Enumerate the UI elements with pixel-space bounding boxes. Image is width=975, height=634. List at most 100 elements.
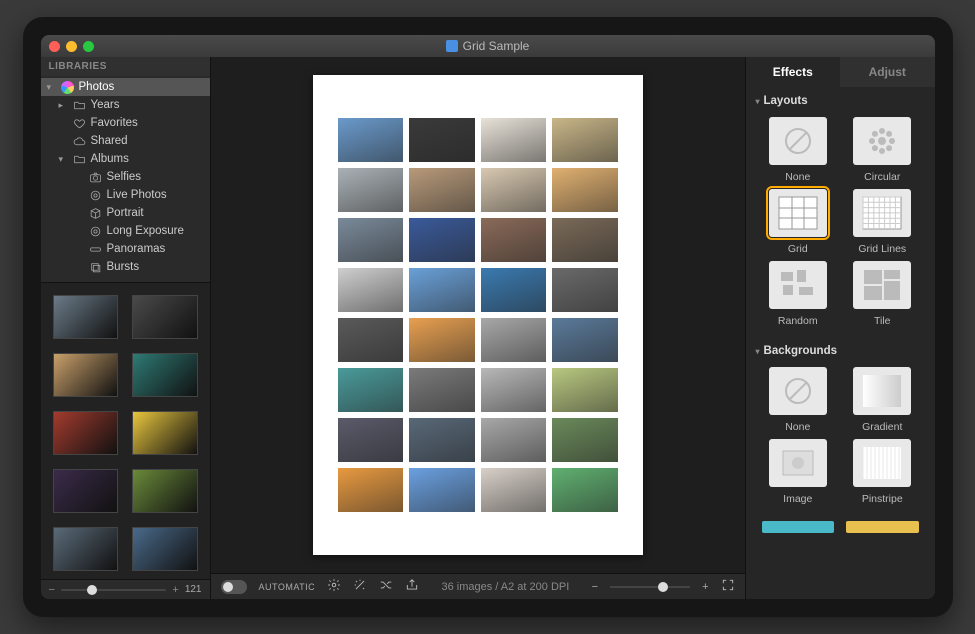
canvas-zoom-slider[interactable]	[610, 586, 690, 588]
grid-cell[interactable]	[409, 418, 475, 462]
zoom-out-icon[interactable]: −	[49, 584, 55, 596]
sidebar-thumb[interactable]	[53, 469, 119, 513]
fullscreen-icon[interactable]	[721, 578, 735, 595]
automatic-toggle[interactable]	[221, 580, 247, 594]
zoom-in-icon[interactable]: +	[172, 584, 178, 596]
close-button[interactable]	[49, 41, 60, 52]
minimize-button[interactable]	[66, 41, 77, 52]
grid-cell[interactable]	[338, 168, 404, 212]
grid-cell[interactable]	[338, 368, 404, 412]
tree-item-bursts[interactable]: Bursts	[41, 258, 210, 276]
tree-item-albums[interactable]: ▾ Albums	[41, 150, 210, 168]
window-title: Grid Sample	[463, 39, 530, 53]
page-preview[interactable]	[313, 75, 643, 555]
grid-cell[interactable]	[338, 268, 404, 312]
thumb-size-slider[interactable]	[61, 589, 166, 591]
wand-icon[interactable]	[353, 578, 367, 595]
grid-cell[interactable]	[552, 368, 618, 412]
tree-item-shared[interactable]: Shared	[41, 132, 210, 150]
target-icon	[89, 224, 103, 238]
background-option-none[interactable]: None	[762, 367, 835, 433]
grid-cell[interactable]	[481, 368, 547, 412]
tree-item-selfies[interactable]: Selfies	[41, 168, 210, 186]
layouts-header[interactable]: ▾ Layouts	[746, 87, 935, 111]
status-text: 36 images / A2 at 200 DPI	[431, 581, 579, 593]
sidebar-thumb[interactable]	[53, 411, 119, 455]
titlebar: Grid Sample	[41, 35, 935, 57]
background-swatch[interactable]	[762, 521, 835, 533]
canvas-zoom-in-icon[interactable]: +	[702, 581, 708, 593]
grid-cell[interactable]	[552, 268, 618, 312]
layout-option-grid[interactable]: Grid	[762, 189, 835, 255]
layout-option-random[interactable]: Random	[762, 261, 835, 327]
grid-cell[interactable]	[338, 468, 404, 512]
grid-cell[interactable]	[481, 268, 547, 312]
tree-item-years[interactable]: ▸ Years	[41, 96, 210, 114]
tree-item-long-exposure[interactable]: Long Exposure	[41, 222, 210, 240]
disclosure-icon[interactable]: ▸	[59, 100, 69, 111]
automatic-label: AUTOMATIC	[259, 582, 316, 592]
grid-cell[interactable]	[338, 418, 404, 462]
grid-cell[interactable]	[552, 418, 618, 462]
app-window: Grid Sample LIBRARIES ▾ Photos▸ Years Fa…	[41, 35, 935, 599]
settings-icon[interactable]	[327, 578, 341, 595]
sidebar-thumb[interactable]	[132, 469, 198, 513]
sidebar-footer: − + 121	[41, 579, 210, 599]
grid-cell[interactable]	[481, 468, 547, 512]
sidebar-thumb[interactable]	[53, 295, 119, 339]
grid-cell[interactable]	[552, 118, 618, 162]
background-preview-pinstripe	[853, 439, 911, 487]
tab-adjust[interactable]: Adjust	[840, 57, 935, 87]
grid-cell[interactable]	[409, 218, 475, 262]
tree-item-portrait[interactable]: Portrait	[41, 204, 210, 222]
layout-option-none[interactable]: None	[762, 117, 835, 183]
zoom-button[interactable]	[83, 41, 94, 52]
grid-cell[interactable]	[409, 268, 475, 312]
sidebar-thumb[interactable]	[132, 527, 198, 571]
grid-cell[interactable]	[481, 218, 547, 262]
layout-label: None	[785, 171, 810, 183]
grid-cell[interactable]	[409, 468, 475, 512]
tree-item-live-photos[interactable]: Live Photos	[41, 186, 210, 204]
canvas-zoom-out-icon[interactable]: −	[592, 581, 598, 593]
grid-cell[interactable]	[409, 168, 475, 212]
grid-cell[interactable]	[481, 318, 547, 362]
grid-cell[interactable]	[338, 218, 404, 262]
grid-cell[interactable]	[552, 218, 618, 262]
grid-cell[interactable]	[409, 118, 475, 162]
layout-option-tile[interactable]: Tile	[846, 261, 919, 327]
grid-cell[interactable]	[481, 118, 547, 162]
background-label: Gradient	[862, 421, 902, 433]
grid-cell[interactable]	[409, 318, 475, 362]
sidebar-thumb[interactable]	[53, 527, 119, 571]
disclosure-icon[interactable]: ▾	[59, 154, 69, 165]
shuffle-icon[interactable]	[379, 578, 393, 595]
grid-cell[interactable]	[552, 468, 618, 512]
stack-icon	[89, 260, 103, 274]
layout-option-gridlines[interactable]: Grid Lines	[846, 189, 919, 255]
background-option-image[interactable]: Image	[762, 439, 835, 505]
disclosure-icon[interactable]: ▾	[47, 82, 57, 93]
grid-cell[interactable]	[409, 368, 475, 412]
sidebar-thumb[interactable]	[132, 411, 198, 455]
tree-item-label: Shared	[91, 135, 128, 147]
grid-cell[interactable]	[481, 418, 547, 462]
tree-item-panoramas[interactable]: Panoramas	[41, 240, 210, 258]
sidebar-thumb[interactable]	[132, 353, 198, 397]
share-icon[interactable]	[405, 578, 419, 595]
sidebar-thumb[interactable]	[53, 353, 119, 397]
background-option-pinstripe[interactable]: Pinstripe	[846, 439, 919, 505]
grid-cell[interactable]	[481, 168, 547, 212]
grid-cell[interactable]	[552, 168, 618, 212]
grid-cell[interactable]	[338, 318, 404, 362]
tab-effects[interactable]: Effects	[746, 57, 841, 87]
tree-item-photos[interactable]: ▾ Photos	[41, 78, 210, 96]
sidebar-thumb[interactable]	[132, 295, 198, 339]
background-swatch[interactable]	[846, 521, 919, 533]
grid-cell[interactable]	[338, 118, 404, 162]
layout-option-circular[interactable]: Circular	[846, 117, 919, 183]
backgrounds-header[interactable]: ▾ Backgrounds	[746, 337, 935, 361]
grid-cell[interactable]	[552, 318, 618, 362]
tree-item-favorites[interactable]: Favorites	[41, 114, 210, 132]
background-option-gradient[interactable]: Gradient	[846, 367, 919, 433]
